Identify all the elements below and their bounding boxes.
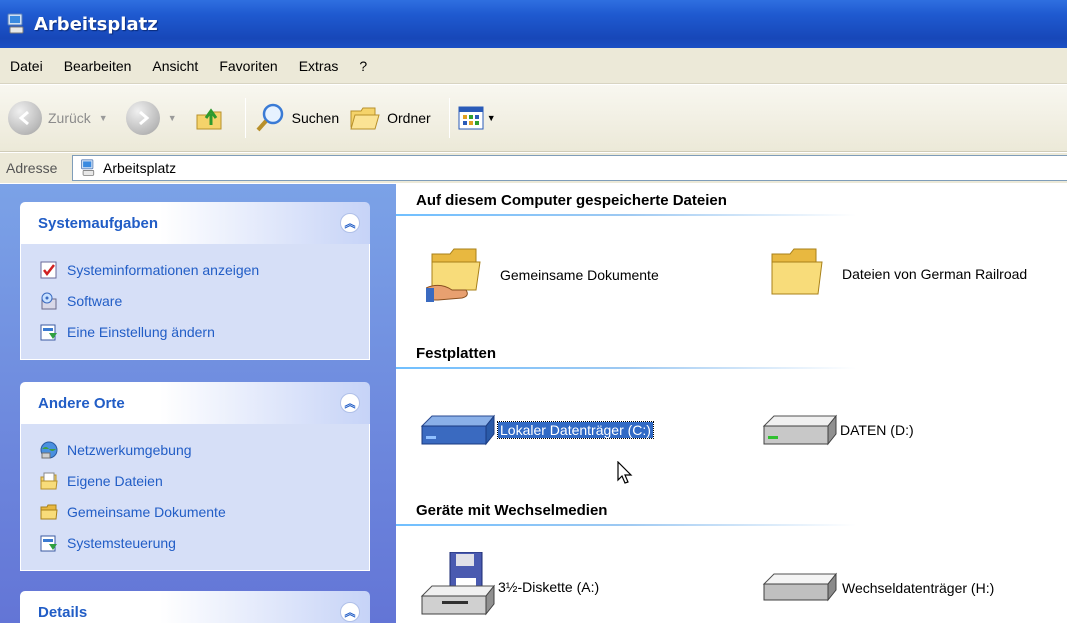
task-software[interactable]: Software xyxy=(39,285,369,316)
collapse-chevron-icon[interactable]: ︽ xyxy=(340,393,360,413)
hard-drive-icon xyxy=(762,414,838,446)
network-icon xyxy=(40,441,58,458)
system-tasks-title: Systemaufgaben xyxy=(38,214,159,232)
folder-icon xyxy=(40,504,58,519)
forward-dropdown-icon[interactable]: ▼ xyxy=(168,113,177,123)
file-view: Auf diesem Computer gespeicherte Dateien… xyxy=(396,184,1067,623)
menu-bearbeiten[interactable]: Bearbeiten xyxy=(64,58,132,74)
task-label: Eine Einstellung ändern xyxy=(67,323,215,340)
task-change-setting[interactable]: Eine Einstellung ändern xyxy=(39,316,369,347)
folders-label: Ordner xyxy=(387,110,431,126)
address-value: Arbeitsplatz xyxy=(103,160,177,176)
folders-button[interactable]: Ordner xyxy=(349,103,431,133)
search-icon xyxy=(256,103,283,132)
menu-datei[interactable]: Datei xyxy=(10,58,43,74)
hard-drive-icon xyxy=(420,414,496,446)
title-bar: Arbeitsplatz xyxy=(0,0,1067,48)
task-label: Systeminformationen anzeigen xyxy=(67,261,260,278)
system-info-icon xyxy=(40,261,57,278)
my-computer-icon xyxy=(81,159,95,176)
system-tasks-body: Systeminformationen anzeigen Software Ei… xyxy=(20,244,370,360)
address-field[interactable]: Arbeitsplatz xyxy=(72,155,1067,181)
mouse-cursor-icon xyxy=(617,461,633,484)
menu-help[interactable]: ? xyxy=(359,58,367,74)
back-arrow-icon xyxy=(8,101,42,135)
system-tasks-panel: Systemaufgaben ︽ Systeminformationen anz… xyxy=(20,202,370,360)
folders-icon xyxy=(350,107,380,130)
address-label: Adresse xyxy=(6,160,58,176)
other-places-header[interactable]: Andere Orte ︽ xyxy=(20,382,370,424)
views-dropdown-icon[interactable]: ▼ xyxy=(487,113,496,123)
views-icon xyxy=(458,106,484,130)
place-label: Systemsteuerung xyxy=(67,534,176,551)
collapse-chevron-icon[interactable]: ︽ xyxy=(340,602,360,622)
toolbar-separator xyxy=(244,98,246,138)
views-button[interactable]: ▼ xyxy=(458,106,496,130)
place-shared-documents[interactable]: Gemeinsame Dokumente xyxy=(39,496,369,527)
group-divider xyxy=(396,524,856,526)
floppy-drive-icon xyxy=(420,552,496,616)
place-control-panel[interactable]: Systemsteuerung xyxy=(39,527,369,558)
item-drive-d[interactable]: DATEN (D:) xyxy=(762,410,914,450)
task-label: Software xyxy=(67,292,123,309)
details-header[interactable]: Details ︽ xyxy=(20,591,370,623)
collapse-chevron-icon[interactable]: ︽ xyxy=(340,213,360,233)
item-floppy-a[interactable]: 3½-Diskette (A:) xyxy=(420,552,599,622)
search-label: Suchen xyxy=(291,110,340,126)
details-title: Details xyxy=(38,603,88,621)
search-button[interactable]: Suchen xyxy=(254,102,339,134)
item-label-selected: Lokaler Datenträger (C:) xyxy=(497,421,654,439)
back-label: Zurück xyxy=(48,110,91,126)
item-label: Wechseldatenträger (H:) xyxy=(842,580,995,596)
up-button[interactable] xyxy=(193,101,227,135)
item-label: 3½-Diskette (A:) xyxy=(498,579,600,595)
task-system-info[interactable]: Systeminformationen anzeigen xyxy=(39,254,369,285)
menu-favoriten[interactable]: Favoriten xyxy=(219,58,277,74)
place-network[interactable]: Netzwerkumgebung xyxy=(39,434,369,465)
item-drive-c[interactable]: Lokaler Datenträger (C:) xyxy=(420,410,654,450)
group-header-stored-files: Auf diesem Computer gespeicherte Dateien xyxy=(416,192,727,209)
menu-bar: Datei Bearbeiten Ansicht Favoriten Extra… xyxy=(0,48,1067,84)
details-panel: Details ︽ xyxy=(20,591,370,623)
other-places-panel: Andere Orte ︽ Netzwerkumgebung Eigene Da… xyxy=(20,382,370,571)
group-divider xyxy=(396,367,856,369)
group-header-removable-media: Geräte mit Wechselmedien xyxy=(416,502,608,519)
place-label: Eigene Dateien xyxy=(67,472,163,489)
folder-icon xyxy=(771,248,823,295)
back-dropdown-icon[interactable]: ▼ xyxy=(99,113,108,123)
place-label: Gemeinsame Dokumente xyxy=(67,503,226,520)
my-documents-icon xyxy=(40,472,58,489)
group-divider xyxy=(396,214,856,216)
place-my-documents[interactable]: Eigene Dateien xyxy=(39,465,369,496)
folder-up-icon xyxy=(196,108,222,130)
item-removable-h[interactable]: Wechseldatenträger (H:) xyxy=(762,568,994,608)
forward-button[interactable]: ▼ xyxy=(125,101,177,135)
place-label: Netzwerkumgebung xyxy=(67,441,192,458)
menu-ansicht[interactable]: Ansicht xyxy=(152,58,198,74)
menu-extras[interactable]: Extras xyxy=(299,58,339,74)
other-places-title: Andere Orte xyxy=(38,394,125,412)
window-title: Arbeitsplatz xyxy=(34,13,158,35)
item-label: Gemeinsame Dokumente xyxy=(500,267,659,283)
back-button[interactable]: Zurück ▼ xyxy=(8,101,108,135)
my-computer-icon xyxy=(7,13,24,34)
other-places-body: Netzwerkumgebung Eigene Dateien Gemeinsa… xyxy=(20,424,370,571)
control-panel-icon xyxy=(40,535,57,551)
toolbar: Zurück ▼ ▼ Suchen Ordner ▼ xyxy=(0,85,1067,152)
shared-folder-icon xyxy=(426,248,481,302)
system-tasks-header[interactable]: Systemaufgaben ︽ xyxy=(20,202,370,244)
item-label: DATEN (D:) xyxy=(840,422,914,438)
item-label: Dateien von German Railroad xyxy=(842,266,1028,282)
task-pane: Systemaufgaben ︽ Systeminformationen anz… xyxy=(0,184,396,623)
software-icon xyxy=(41,292,57,309)
removable-drive-icon xyxy=(762,572,838,602)
toolbar-separator-2 xyxy=(448,98,450,138)
item-shared-documents[interactable]: Gemeinsame Dokumente xyxy=(426,244,659,306)
control-panel-icon xyxy=(40,324,57,340)
item-german-railroad-files[interactable]: Dateien von German Railroad xyxy=(768,244,1027,304)
address-bar: Adresse Arbeitsplatz xyxy=(0,153,1067,183)
forward-arrow-icon xyxy=(125,101,160,135)
group-header-hard-drives: Festplatten xyxy=(416,345,497,362)
